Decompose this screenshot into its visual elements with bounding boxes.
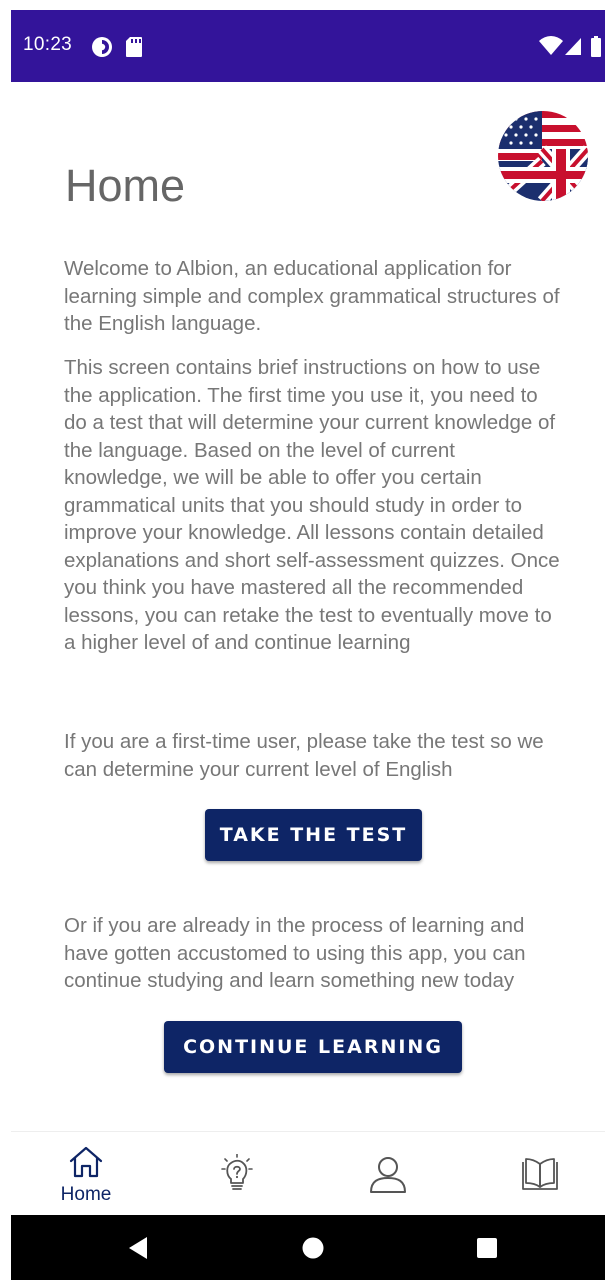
take-test-button[interactable]: TAKE THE TEST <box>205 809 422 861</box>
nav-item-library[interactable] <box>490 1132 590 1216</box>
nav-item-profile[interactable] <box>338 1132 438 1216</box>
user-icon <box>370 1157 406 1193</box>
sd-card-icon <box>126 37 142 57</box>
book-icon <box>522 1158 558 1190</box>
continue-learning-button[interactable]: CONTINUE LEARNING <box>164 1021 462 1073</box>
page-title: Home <box>65 160 186 211</box>
system-nav-bar <box>11 1215 605 1280</box>
nav-item-home[interactable]: Home <box>36 1132 136 1216</box>
status-time: 10:23 <box>23 34 73 55</box>
nav-item-lessons[interactable] <box>187 1132 287 1216</box>
wifi-icon <box>539 36 563 55</box>
lightbulb-icon <box>221 1154 253 1190</box>
language-flag-icon[interactable] <box>498 111 588 201</box>
nav-label-home: Home <box>60 1184 112 1205</box>
continue-text: Or if you are already in the process of … <box>64 914 526 992</box>
bottom-nav: Home <box>11 1131 605 1216</box>
back-icon[interactable] <box>127 1236 149 1260</box>
recents-icon[interactable] <box>477 1238 497 1258</box>
home-screen: Home Welcome to Albion, an educational a… <box>11 82 605 1215</box>
signal-icon <box>565 38 581 55</box>
instructions-text: This screen contains brief instructions … <box>64 356 560 654</box>
first-time-text: If you are a first-time user, please tak… <box>64 730 544 781</box>
home-icon <box>69 1146 103 1178</box>
data-saver-icon <box>92 37 112 57</box>
status-bar: 10:23 <box>11 10 605 82</box>
home-circle-icon[interactable] <box>302 1237 324 1259</box>
intro-text: Welcome to Albion, an educational applic… <box>64 257 560 335</box>
battery-icon <box>591 36 601 57</box>
